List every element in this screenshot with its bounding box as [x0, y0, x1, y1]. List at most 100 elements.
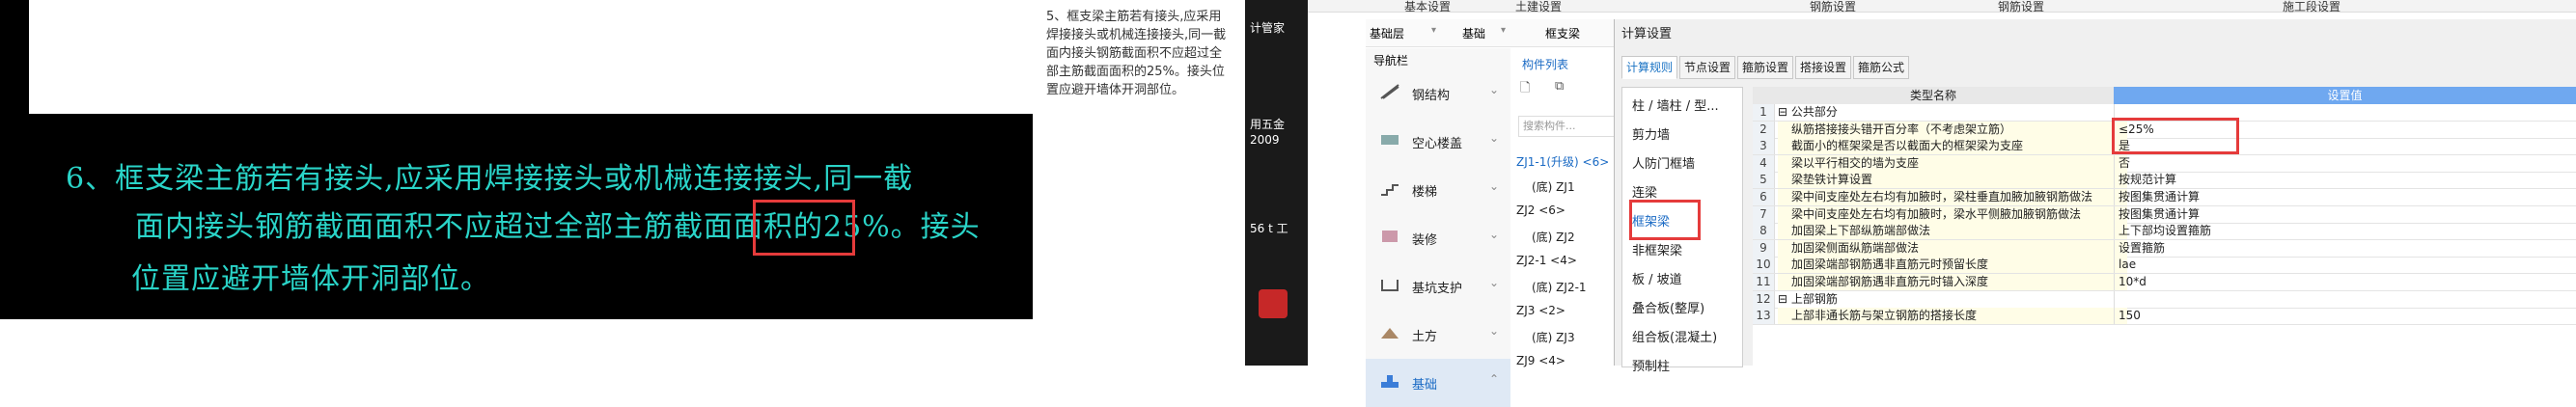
- row-name: 纵筋搭接接头错开百分率（不考虑架立筋）: [1778, 121, 2127, 138]
- steel-structure-icon: [1380, 84, 1399, 99]
- highlight-box-percentage: [753, 200, 855, 256]
- row-name: 加固梁侧面纵筋端部做法: [1778, 239, 2127, 257]
- desktop-label-1[interactable]: 计管家: [1250, 19, 1285, 36]
- tab-lap-settings[interactable]: 搭接设置: [1795, 56, 1851, 79]
- row-value[interactable]: 10*d: [2114, 274, 2576, 290]
- nav-item-decoration[interactable]: 装修 ⌄: [1366, 214, 1510, 262]
- desktop-label-3: 2009: [1250, 133, 1280, 147]
- copy-component-icon[interactable]: ⧉: [1555, 79, 1564, 94]
- desktop-icon-strip: 计管家 用五金 2009 56 t 工: [1245, 0, 1308, 366]
- category-item[interactable]: 剪力墙: [1632, 124, 1670, 143]
- row-number: 7: [1753, 205, 1775, 223]
- category-item[interactable]: 板 / 坡道: [1632, 269, 1682, 287]
- nav-item-steel[interactable]: 钢结构 ⌄: [1366, 69, 1510, 118]
- table-row[interactable]: 8 加固梁上下部纵筋端部做法 上下部均设置箍筋: [1753, 223, 2576, 241]
- row-value[interactable]: 按图集贯通计算: [2114, 189, 2576, 205]
- row-name: 梁垫铁计算设置: [1778, 172, 2127, 189]
- table-row[interactable]: 13 上部非通长筋与架立钢筋的搭接长度 150: [1753, 308, 2576, 326]
- row-value[interactable]: 按规范计算: [2114, 172, 2576, 189]
- row-value[interactable]: 150: [2114, 308, 2576, 325]
- tab-stirrup-formula[interactable]: 箍筋公式: [1853, 56, 1909, 79]
- component-item[interactable]: ZJ1-1(升级) <6>: [1516, 153, 1609, 170]
- top-tab-rebar-2[interactable]: 钢筋设置: [1998, 0, 2044, 14]
- row-value[interactable]: 否: [2114, 154, 2576, 172]
- new-component-icon[interactable]: 🗋: [1520, 79, 1530, 100]
- top-tab-rebar[interactable]: 钢筋设置: [1810, 0, 1856, 14]
- tab-node-settings[interactable]: 节点设置: [1679, 56, 1735, 79]
- desktop-label-2[interactable]: 用五金: [1250, 116, 1285, 132]
- row-value[interactable]: 上下部均设置箍筋: [2114, 223, 2576, 240]
- category-item[interactable]: 人防门框墙: [1632, 153, 1695, 172]
- chevron-down-icon[interactable]: ⌄: [1489, 324, 1499, 338]
- chevron-down-icon[interactable]: ⌄: [1489, 131, 1499, 145]
- row-name: 加固梁端部钢筋遇非直筋元时锚入深度: [1778, 274, 2127, 290]
- table-row[interactable]: 7 梁中间支座处左右均有加腋时，梁水平侧腋加腋钢筋做法 按图集贯通计算: [1753, 205, 2576, 224]
- component-item[interactable]: (底) ZJ2-1: [1532, 279, 1587, 295]
- floor-chevron-icon[interactable]: ▾: [1431, 25, 1436, 36]
- pit-support-icon: [1381, 280, 1399, 291]
- dialog-title: 计算设置: [1621, 27, 1673, 41]
- chevron-down-icon[interactable]: ⌄: [1489, 83, 1499, 96]
- component-item[interactable]: (底) ZJ1: [1532, 178, 1575, 195]
- category-item[interactable]: 组合板(混凝土): [1632, 327, 1717, 345]
- row-value[interactable]: [2114, 290, 2576, 308]
- table-row[interactable]: 12 ⊟ 上部钢筋: [1753, 290, 2576, 309]
- chevron-down-icon[interactable]: ⌄: [1489, 228, 1499, 241]
- category-item[interactable]: 叠合板(整厚): [1632, 298, 1704, 316]
- component-item[interactable]: ZJ3 <2>: [1516, 304, 1565, 317]
- beam-select[interactable]: 框支梁: [1545, 25, 1580, 41]
- table-row[interactable]: 4 梁以平行相交的墙为支座否: [1753, 154, 2576, 173]
- component-item[interactable]: (底) ZJ2: [1532, 229, 1575, 245]
- category-select[interactable]: 基础: [1462, 25, 1485, 41]
- tab-calc-rules[interactable]: 计算规则: [1621, 56, 1677, 79]
- row-number: 2: [1753, 121, 1775, 138]
- nav-item-pit-support[interactable]: 基坑支护 ⌄: [1366, 262, 1510, 311]
- component-search-input[interactable]: 搜索构件...: [1518, 116, 1617, 137]
- nav-item-label: 钢结构: [1412, 89, 1451, 103]
- tab-component-list[interactable]: 构件列表: [1522, 56, 1568, 72]
- nav-item-foundation[interactable]: 基础 ⌃: [1366, 359, 1510, 407]
- nav-item-earthwork[interactable]: 土方 ⌄: [1366, 311, 1510, 359]
- tab-stirrup-settings[interactable]: 箍筋设置: [1737, 56, 1793, 79]
- chevron-up-icon[interactable]: ⌃: [1489, 372, 1499, 386]
- cad-drawing-canvas: 6、框支梁主筋若有接头,应采用焊接接头或机械连接接头,同一截 面内接头钢筋截面面…: [29, 114, 1033, 319]
- nav-item-label: 基坑支护: [1412, 282, 1463, 296]
- top-tab-construction[interactable]: 施工段设置: [2283, 0, 2341, 14]
- component-item[interactable]: ZJ2 <6>: [1516, 204, 1565, 217]
- nav-item-hollow-floor[interactable]: 空心楼盖 ⌄: [1366, 118, 1510, 166]
- table-row[interactable]: 11 加固梁端部钢筋遇非直筋元时锚入深度 10*d: [1753, 274, 2576, 291]
- component-item[interactable]: ZJ2-1 <4>: [1516, 254, 1577, 267]
- category-chevron-icon[interactable]: ▾: [1501, 25, 1506, 36]
- row-number: 6: [1753, 189, 1775, 205]
- row-name: 加固梁上下部纵筋端部做法: [1778, 223, 2127, 240]
- desktop-label-4[interactable]: 56 t 工: [1250, 220, 1288, 236]
- row-value[interactable]: lae: [2114, 257, 2576, 274]
- table-row[interactable]: 5 梁垫铁计算设置 按规范计算: [1753, 172, 2576, 190]
- cad-top-area: [29, 0, 1033, 114]
- cad-bottom-area: [0, 319, 1033, 366]
- chevron-down-icon[interactable]: ⌄: [1489, 179, 1499, 193]
- table-row[interactable]: 6 梁中间支座处左右均有加腋时，梁柱垂直加腋加腋钢筋做法 按图集贯通计算: [1753, 189, 2576, 206]
- nav-item-stairs[interactable]: 楼梯 ⌄: [1366, 166, 1510, 214]
- category-item[interactable]: 非框架梁: [1632, 240, 1682, 258]
- row-name: ⊟ 上部钢筋: [1778, 290, 2114, 308]
- category-item[interactable]: 柱 / 墙柱 / 型...: [1632, 95, 1719, 114]
- cad-text-line-3: 位置应避开墙体开洞部位。: [131, 262, 490, 296]
- table-row[interactable]: 9 加固梁侧面纵筋端部做法 设置箍筋: [1753, 239, 2576, 258]
- chevron-down-icon[interactable]: ⌄: [1489, 276, 1499, 289]
- row-value[interactable]: 设置箍筋: [2114, 239, 2576, 257]
- app-shortcut-icon[interactable]: [1259, 289, 1288, 318]
- floor-select[interactable]: 基础层: [1370, 25, 1404, 41]
- navigation-panel: 导航栏 钢结构 ⌄ 空心楼盖 ⌄ 楼梯 ⌄ 装修 ⌄ 基坑支护 ⌄ 土方 ⌄ 基…: [1366, 48, 1511, 407]
- nav-item-label: 土方: [1412, 330, 1438, 344]
- top-tab-civil[interactable]: 土建设置: [1515, 0, 1562, 14]
- decoration-icon: [1382, 231, 1398, 242]
- clipped-note-text: 5、框支梁主筋若有接头,应采用焊接接头或机械连接接头,同一截面内接头钢筋截面积不…: [1046, 10, 1227, 97]
- nav-item-label: 装修: [1412, 233, 1438, 248]
- row-value[interactable]: 按图集贯通计算: [2114, 205, 2576, 223]
- table-row[interactable]: 10 加固梁端部钢筋遇非直筋元时预留长度 lae: [1753, 257, 2576, 275]
- category-item[interactable]: 连梁: [1632, 182, 1657, 201]
- row-number: 9: [1753, 239, 1775, 257]
- top-tab-basic[interactable]: 基本设置: [1404, 0, 1451, 14]
- component-item[interactable]: (底) ZJ3: [1532, 329, 1575, 345]
